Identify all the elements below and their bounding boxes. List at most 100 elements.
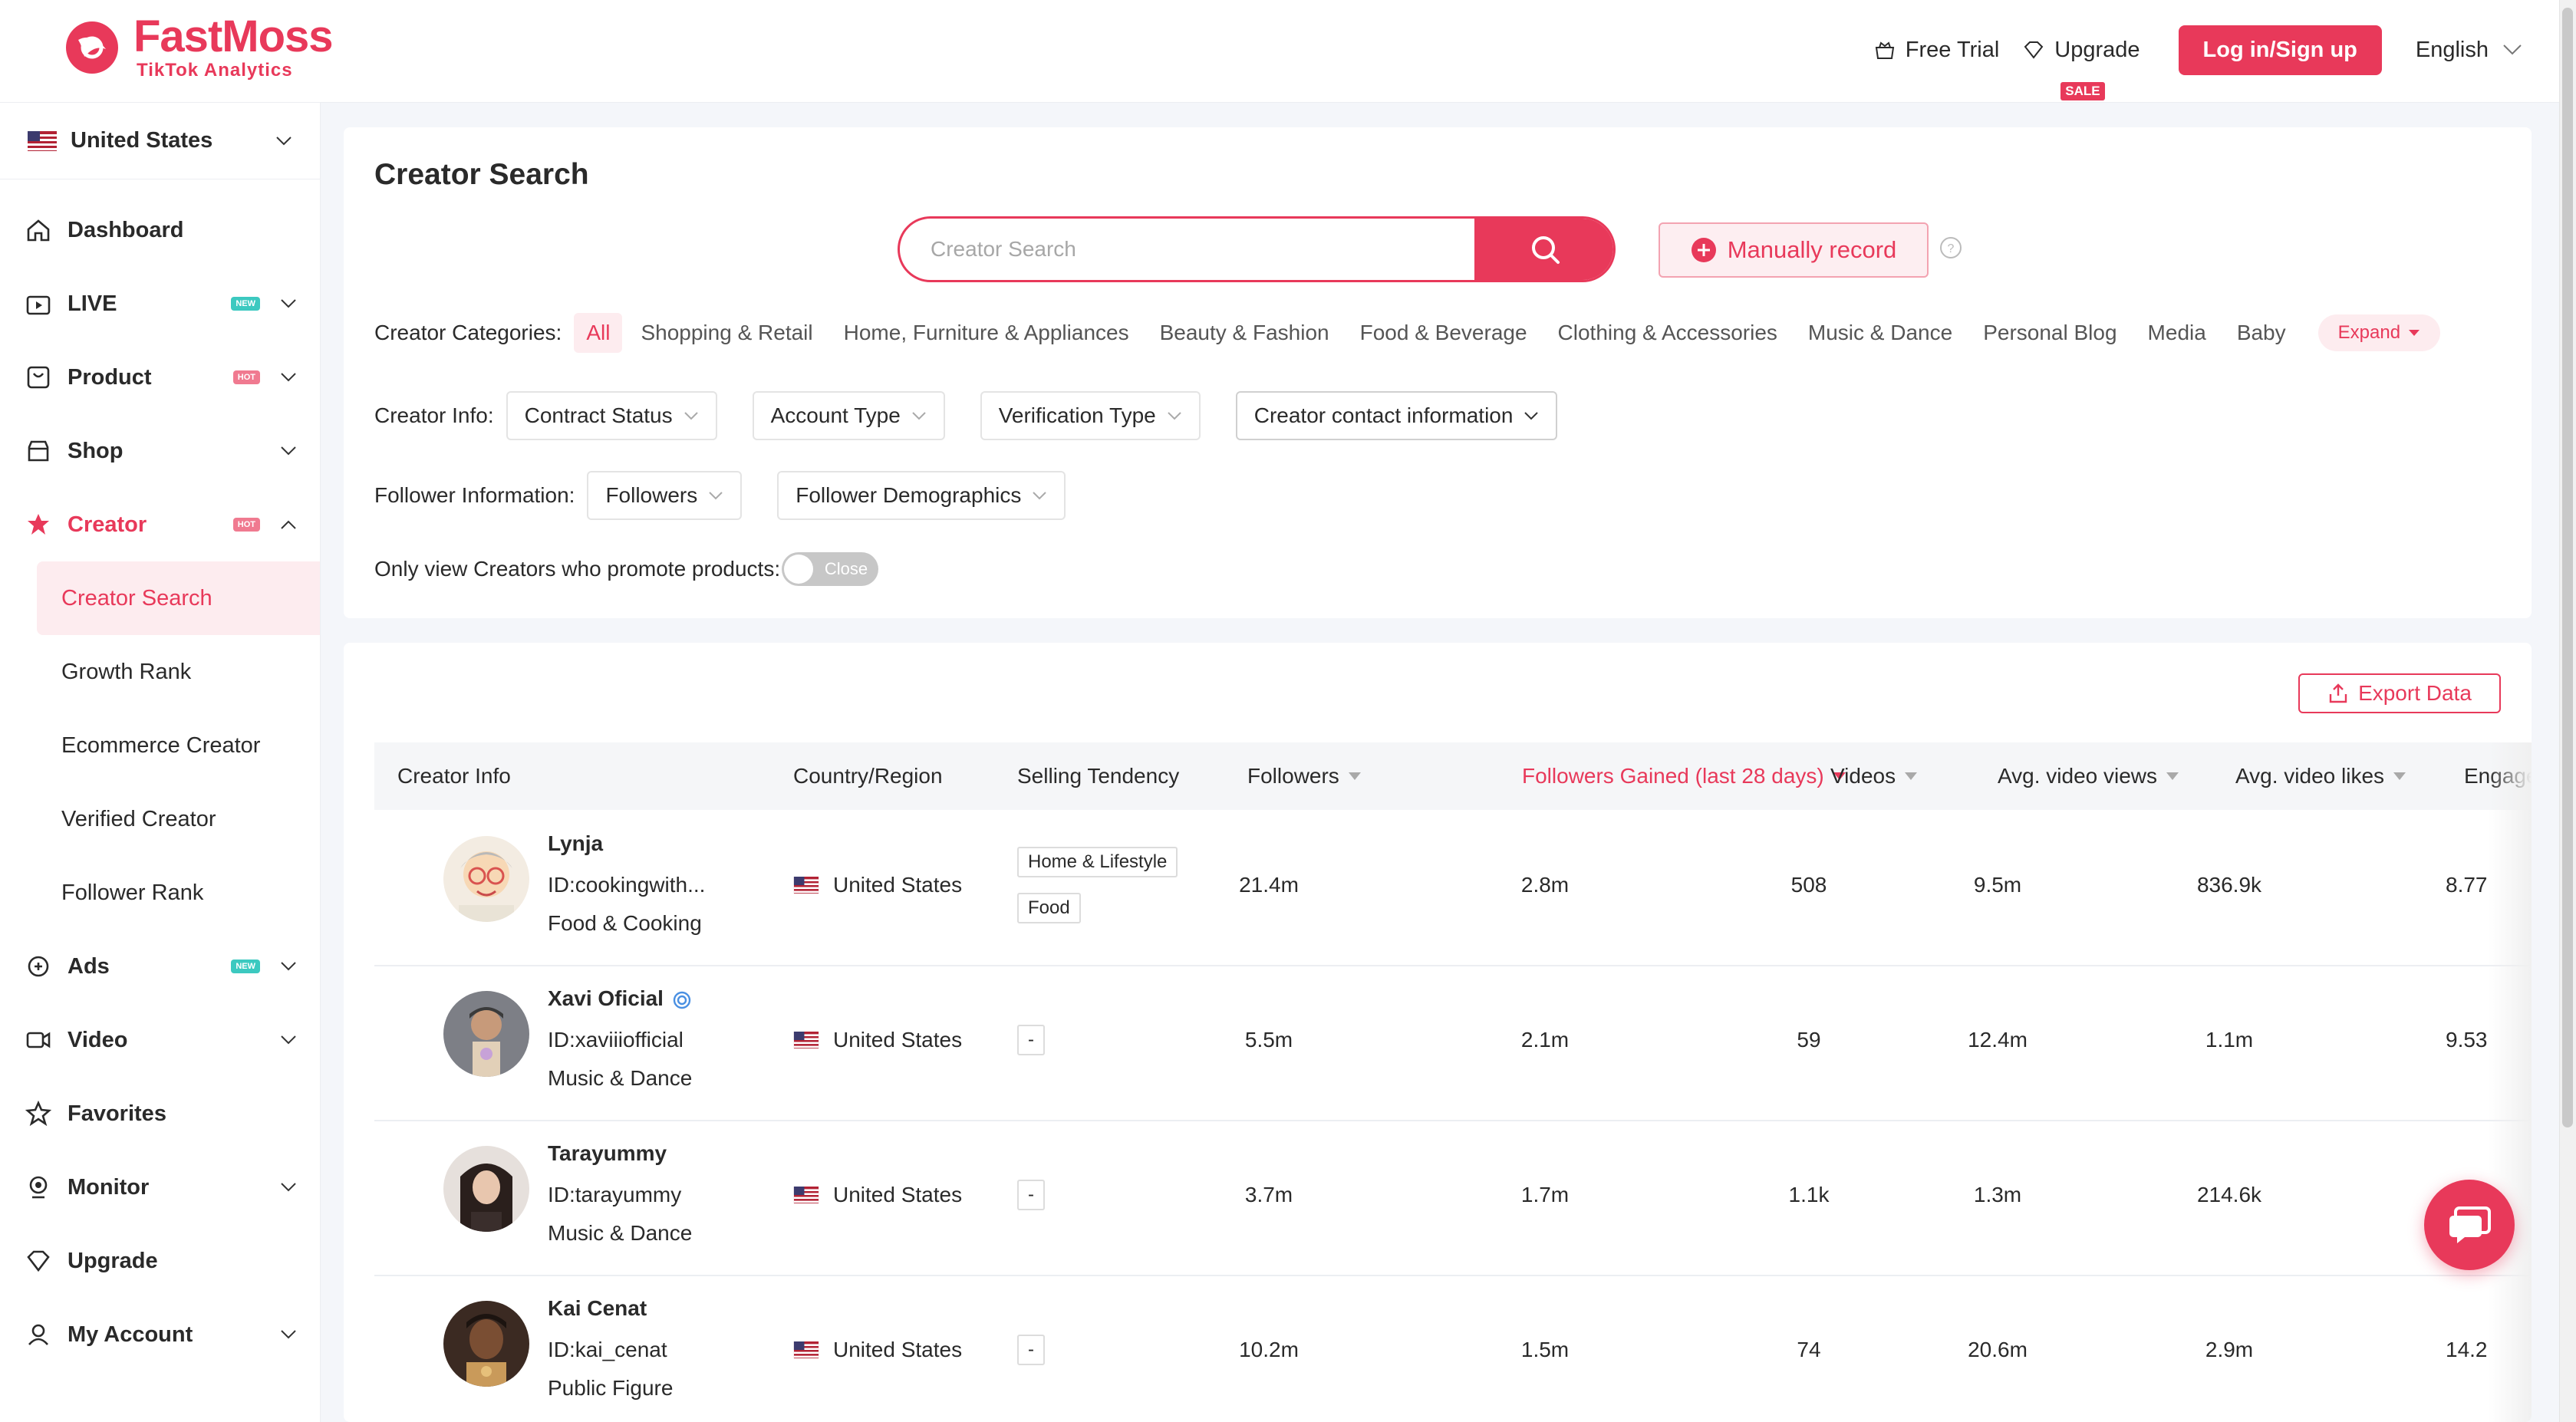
sidebar-item-monitor[interactable]: Monitor — [0, 1150, 320, 1224]
search-button[interactable] — [1474, 219, 1613, 280]
creator-name[interactable]: Tarayummy — [548, 1141, 667, 1166]
category-home-furniture[interactable]: Home, Furniture & Appliances — [832, 313, 1141, 353]
sidebar-item-product[interactable]: Product HOT — [0, 341, 320, 414]
sidebar-subitem-ecommerce-creator[interactable]: Ecommerce Creator — [0, 709, 320, 782]
logo[interactable]: FastMoss TikTok Analytics — [61, 14, 334, 81]
videos-value: 74 — [1797, 1338, 1821, 1361]
monitor-icon — [23, 1172, 54, 1203]
product-icon — [23, 362, 54, 393]
sidebar-subitem-growth-rank[interactable]: Growth Rank — [0, 635, 320, 709]
avatar[interactable] — [443, 1301, 529, 1387]
avg-likes-value: 214.6k — [2196, 1183, 2262, 1206]
sidebar-subitem-follower-rank[interactable]: Follower Rank — [0, 856, 320, 930]
sort-caret-icon — [2393, 772, 2406, 780]
sidebar-subitem-creator-search[interactable]: Creator Search — [37, 561, 320, 635]
promote-filter-row: Only view Creators who promote products:… — [374, 552, 879, 586]
follower-info-label: Follower Information: — [374, 483, 575, 507]
chevron-down-icon — [912, 412, 926, 420]
videos-value: 59 — [1797, 1028, 1821, 1052]
avatar[interactable] — [443, 1146, 529, 1232]
col-videos[interactable]: Videos — [1830, 764, 1918, 788]
account-icon — [23, 1319, 54, 1350]
creator-id: ID:kai_cenat — [548, 1338, 667, 1361]
sidebar-item-favorites[interactable]: Favorites — [0, 1077, 320, 1150]
search-input[interactable] — [900, 237, 1474, 262]
country-selector[interactable]: United States — [0, 103, 320, 179]
sidebar-item-ads[interactable]: Ads NEW — [0, 930, 320, 1003]
category-clothing-accessories[interactable]: Clothing & Accessories — [1546, 313, 1790, 353]
creator-name[interactable]: Kai Cenat — [548, 1296, 647, 1321]
col-avg-views[interactable]: Avg. video views — [1998, 764, 2179, 788]
table-row[interactable]: Kai Cenat ID:kai_cenat Public Figure Uni… — [374, 1276, 2532, 1422]
us-flag-icon — [793, 1341, 819, 1358]
contract-status-dropdown[interactable]: Contract Status — [506, 391, 717, 440]
free-trial-link[interactable]: Free Trial — [1873, 38, 1999, 63]
help-icon[interactable]: ? — [1939, 236, 1962, 259]
category-music-dance[interactable]: Music & Dance — [1796, 313, 1965, 353]
follower-info-row: Follower Information: Followers Follower… — [374, 471, 1101, 520]
sidebar-item-my-account[interactable]: My Account — [0, 1298, 320, 1371]
ads-icon — [23, 951, 54, 982]
category-food-beverage[interactable]: Food & Beverage — [1348, 313, 1540, 353]
category-personal-blog[interactable]: Personal Blog — [1971, 313, 2129, 353]
table-row[interactable]: Tarayummy ID:tarayummy Music & Dance Uni… — [374, 1121, 2532, 1276]
avatar[interactable] — [443, 836, 529, 922]
category-baby[interactable]: Baby — [2225, 313, 2298, 353]
chat-icon — [2449, 1206, 2491, 1243]
category-beauty-fashion[interactable]: Beauty & Fashion — [1148, 313, 1342, 353]
account-type-dropdown[interactable]: Account Type — [752, 391, 945, 440]
categories-label: Creator Categories: — [374, 321, 562, 344]
category-shopping-retail[interactable]: Shopping & Retail — [628, 313, 825, 353]
toggle-knob — [784, 555, 814, 584]
category-media[interactable]: Media — [2136, 313, 2219, 353]
export-data-button[interactable]: Export Data — [2298, 673, 2501, 713]
follower-demographics-dropdown[interactable]: Follower Demographics — [777, 471, 1066, 520]
page-title: Creator Search — [374, 158, 589, 191]
sidebar-item-shop[interactable]: Shop — [0, 414, 320, 488]
us-flag-icon — [28, 130, 57, 151]
col-followers-gained[interactable]: Followers Gained (last 28 days) — [1522, 764, 1846, 788]
us-flag-icon — [793, 1032, 819, 1048]
creator-name[interactable]: Lynja — [548, 831, 603, 856]
login-signup-button[interactable]: Log in/Sign up — [2178, 25, 2382, 75]
creator-contact-dropdown[interactable]: Creator contact information — [1235, 391, 1558, 440]
creator-name-cell[interactable]: Xavi Oficial — [548, 986, 691, 1011]
sort-caret-icon — [2166, 772, 2179, 780]
engagement-value: 14.2 — [2446, 1338, 2488, 1361]
language-selector[interactable]: English — [2416, 38, 2522, 63]
sidebar-item-dashboard[interactable]: Dashboard — [0, 193, 320, 267]
table-row[interactable]: Lynja ID:cookingwith... Food & Cooking U… — [374, 811, 2532, 966]
sidebar: United States Dashboard LIVE NEW Product… — [0, 103, 321, 1422]
promote-label: Only view Creators who promote products: — [374, 557, 781, 581]
chat-button[interactable] — [2424, 1180, 2515, 1270]
sidebar-item-live[interactable]: LIVE NEW — [0, 267, 320, 341]
creator-category: Music & Dance — [548, 1221, 693, 1245]
expand-button[interactable]: Expand — [2317, 314, 2441, 351]
followers-value: 10.2m — [1239, 1338, 1299, 1361]
creator-id: ID:cookingwith... — [548, 873, 706, 897]
creator-info-row: Creator Info: Contract Status Account Ty… — [374, 391, 1558, 440]
creator-category: Public Figure — [548, 1376, 674, 1400]
manually-record-button[interactable]: Manually record — [1659, 222, 1929, 278]
upgrade-link[interactable]: Upgrade SALE — [2022, 38, 2140, 100]
sidebar-item-creator[interactable]: Creator HOT — [0, 488, 320, 561]
avatar[interactable] — [443, 991, 529, 1077]
sidebar-item-video[interactable]: Video — [0, 1003, 320, 1077]
sidebar-subitem-verified-creator[interactable]: Verified Creator — [0, 782, 320, 856]
sidebar-item-upgrade[interactable]: Upgrade — [0, 1224, 320, 1298]
col-followers[interactable]: Followers — [1247, 764, 1361, 788]
promote-toggle[interactable]: Close — [782, 552, 879, 586]
videos-value: 508 — [1790, 873, 1827, 897]
chevron-down-icon — [276, 136, 292, 145]
followers-dropdown[interactable]: Followers — [587, 471, 743, 520]
avg-likes-value: 2.9m — [2205, 1338, 2254, 1361]
table-row[interactable]: Xavi Oficial ID:xaviiiofficial Music & D… — [374, 966, 2532, 1121]
chevron-down-icon — [281, 962, 296, 971]
followers-gained-value: 1.7m — [1520, 1183, 1570, 1206]
col-selling-tendency: Selling Tendency — [1017, 764, 1180, 788]
page-scrollbar[interactable] — [2559, 0, 2576, 1422]
col-avg-likes[interactable]: Avg. video likes — [2235, 764, 2406, 788]
category-all[interactable]: All — [574, 313, 623, 353]
scroll-thumb[interactable] — [2562, 8, 2573, 1127]
verification-type-dropdown[interactable]: Verification Type — [980, 391, 1201, 440]
